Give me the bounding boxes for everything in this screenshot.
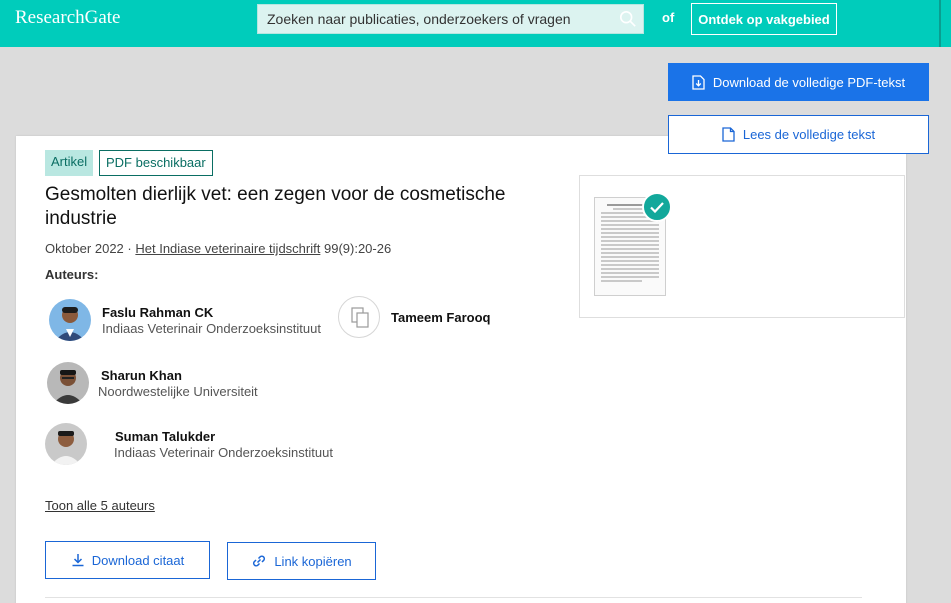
- author-placeholder-avatar[interactable]: [338, 296, 380, 338]
- document-copy-icon: [351, 307, 369, 328]
- search-input[interactable]: [258, 5, 643, 33]
- authors-label: Auteurs:: [45, 267, 99, 282]
- author-avatar[interactable]: [45, 423, 87, 465]
- pdf-available-badge: PDF beschikbaar: [99, 150, 213, 176]
- article-card: Artikel PDF beschikbaar Gesmolten dierli…: [16, 136, 906, 603]
- pdf-preview-panel: [579, 175, 905, 318]
- download-icon: [72, 554, 84, 567]
- download-full-pdf-button[interactable]: Download de volledige PDF-tekst: [668, 63, 929, 101]
- download-citation-button[interactable]: Download citaat: [45, 541, 210, 579]
- author-name[interactable]: Tameem Farooq: [391, 310, 490, 325]
- article-type-badge: Artikel: [45, 150, 94, 176]
- read-full-text-label: Lees de volledige tekst: [742, 127, 876, 142]
- researchgate-logo[interactable]: ResearchGate: [15, 7, 121, 29]
- copy-link-button[interactable]: Link kopiëren: [227, 542, 376, 580]
- author-name[interactable]: Sharun Khan: [101, 368, 182, 383]
- top-navigation-bar: ResearchGate of Ontdek op vakgebied: [0, 0, 951, 47]
- check-icon: [642, 192, 672, 222]
- search-icon[interactable]: [619, 10, 637, 28]
- discover-by-field-button[interactable]: Ontdek op vakgebied: [691, 3, 837, 35]
- link-icon: [253, 555, 266, 567]
- read-full-text-button[interactable]: Lees de volledige tekst: [668, 115, 929, 154]
- author-affiliation: Noordwestelijke Universiteit: [98, 384, 258, 399]
- search-box: [257, 4, 644, 34]
- author-name[interactable]: Faslu Rahman CK: [102, 305, 213, 320]
- article-title: Gesmolten dierlijk vet: een zegen voor d…: [45, 184, 506, 229]
- author-affiliation: Indiaas Veterinair Onderzoeksinstituut: [102, 321, 321, 336]
- meta-separator: ·: [127, 241, 132, 256]
- document-icon: [722, 127, 735, 142]
- author-avatar[interactable]: [49, 299, 91, 341]
- or-label: of: [662, 10, 675, 25]
- author-name[interactable]: Suman Talukder: [115, 429, 215, 444]
- download-full-pdf-label: Download de volledige PDF-tekst: [712, 74, 906, 90]
- download-citation-label: Download citaat: [91, 552, 185, 568]
- author-avatar[interactable]: [47, 362, 89, 404]
- journal-link[interactable]: Het Indiase veterinaire tijdschrift: [135, 241, 320, 256]
- section-divider: [45, 597, 862, 598]
- author-affiliation: Indiaas Veterinair Onderzoeksinstituut: [114, 445, 333, 460]
- article-meta: Oktober 2022 · Het Indiase veterinaire t…: [45, 241, 391, 256]
- show-all-authors-link[interactable]: Toon alle 5 auteurs: [45, 498, 155, 513]
- header-divider: [939, 0, 941, 47]
- journal-volume: 99(9):20-26: [323, 241, 392, 256]
- pdf-download-icon: [692, 74, 705, 90]
- copy-link-label: Link kopiëren: [274, 553, 352, 569]
- publication-date: Oktober 2022: [45, 241, 124, 256]
